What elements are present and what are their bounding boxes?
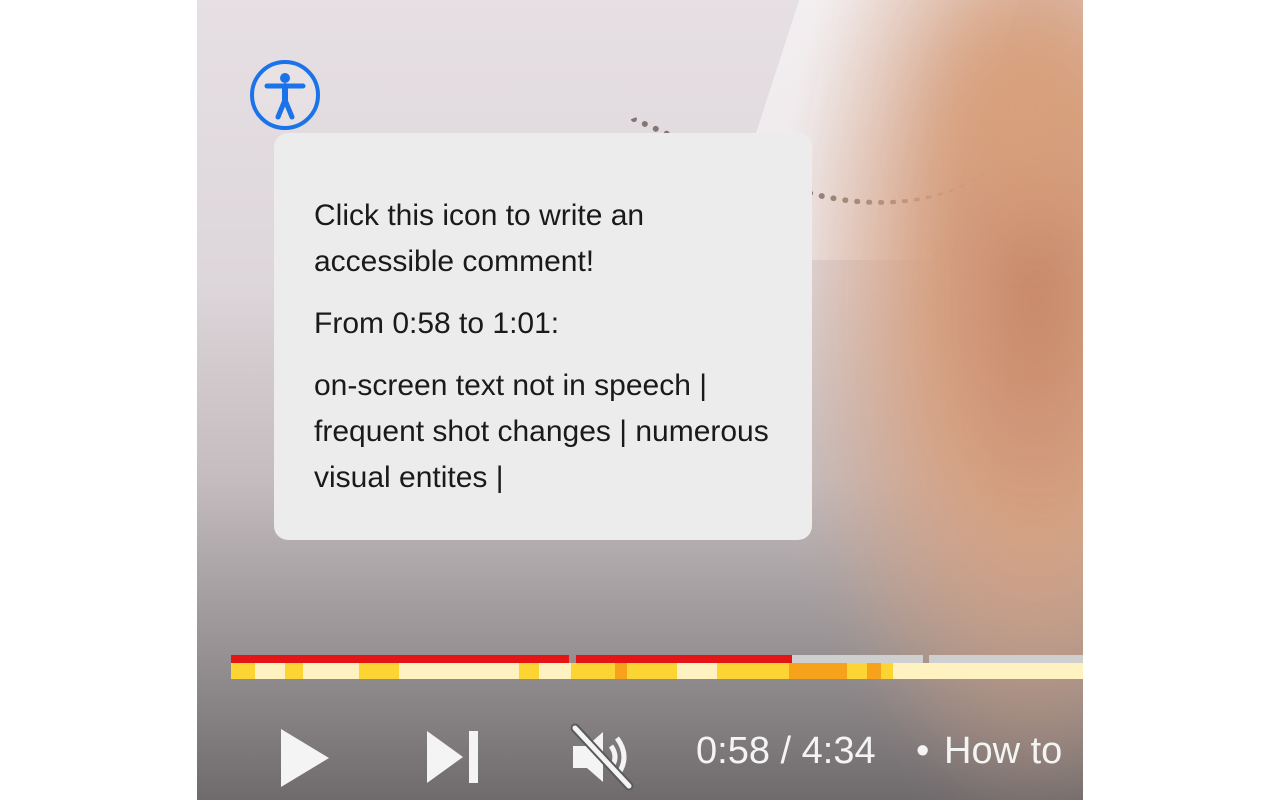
title-bullet: • [916,730,930,772]
heatmap-segment [399,663,519,679]
progress-bar[interactable] [231,655,1083,681]
player-controls: 0:58 / 4:34 • How to [231,700,1083,800]
heatmap-segment [231,663,255,679]
heatmap-segment [789,663,847,679]
time-separator: / [780,730,792,772]
tooltip-issue-tags: on-screen text not in speech | frequent … [314,369,769,494]
page: Click this icon to write an accessible c… [0,0,1280,800]
play-icon [281,729,329,787]
heatmap-segment [627,663,677,679]
play-button[interactable] [277,726,333,790]
accessibility-person-icon[interactable] [250,60,320,130]
heatmap-segment [717,663,789,679]
heatmap-segment [893,663,1083,679]
progress-played-segment [231,655,569,663]
heatmap-segment [359,663,399,679]
next-video-button[interactable] [423,728,483,786]
accessible-comment-tooltip: Click this icon to write an accessible c… [274,133,812,540]
tooltip-instruction: Click this icon to write an accessible c… [314,199,645,278]
current-time: 0:58 [696,730,770,772]
heatmap-segment [881,663,893,679]
progress-buffered-segment [792,655,923,663]
heatmap-segment [571,663,615,679]
heatmap-segment [539,663,571,679]
heatmap-segment [677,663,717,679]
heatmap-segment [255,663,285,679]
heatmap-segment [867,663,881,679]
mute-button[interactable] [567,722,637,792]
heatmap-segment [303,663,359,679]
duration: 4:34 [801,730,876,772]
time-display: 0:58 / 4:34 [696,730,876,773]
video-frame-blur-2 [903,0,1083,260]
heatmap-segment [847,663,867,679]
video-title[interactable]: How to [944,730,1062,773]
tooltip-time-range: From 0:58 to 1:01: [314,307,560,340]
heatmap-segment [519,663,539,679]
progress-played-segment [576,655,792,663]
heatmap-segment [615,663,627,679]
volume-muted-icon [570,723,634,791]
heatmap-segment [285,663,303,679]
progress-buffered-segment [929,655,1083,663]
skip-next-icon [427,731,478,783]
